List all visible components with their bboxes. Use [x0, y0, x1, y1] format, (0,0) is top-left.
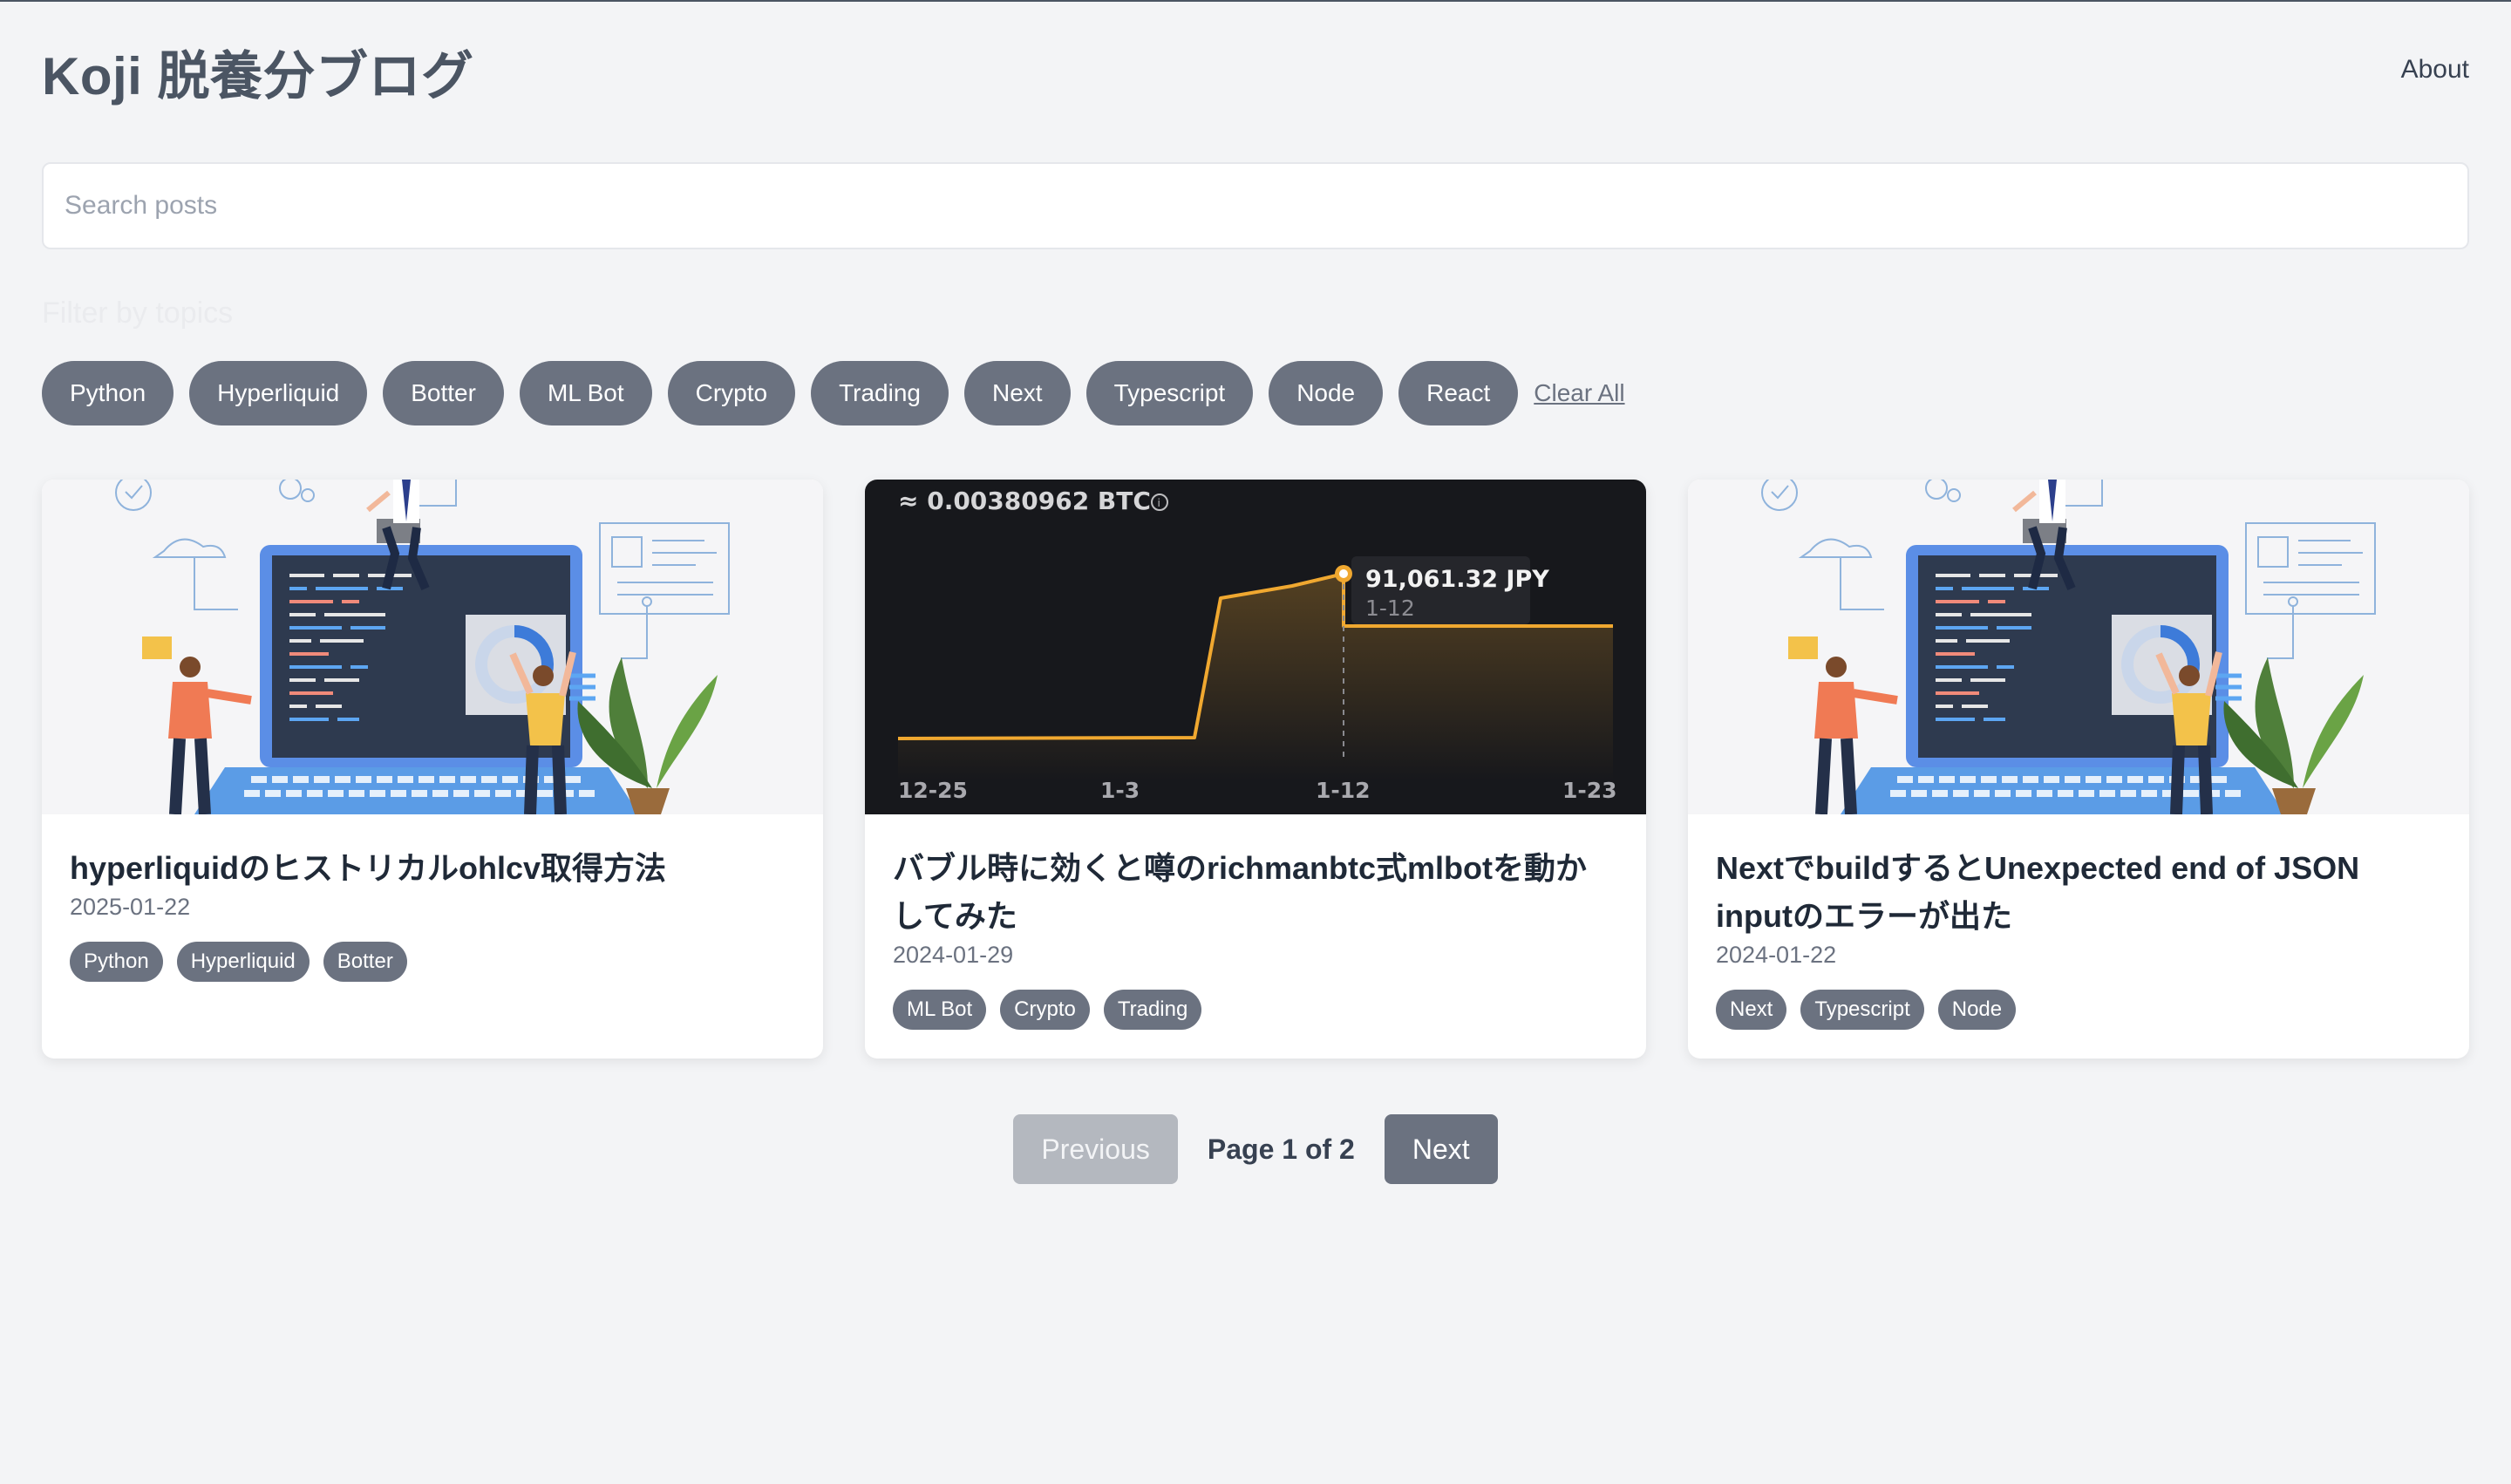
post-card[interactable]: hyperliquidのヒストリカルohlcv取得方法 2025-01-22 P… [42, 480, 823, 1059]
search-input[interactable] [42, 162, 2469, 249]
post-date: 2024-01-29 [893, 942, 1014, 968]
post-title[interactable]: NextでbuildするとUnexpected end of JSON inpu… [1716, 844, 2441, 940]
post-title[interactable]: hyperliquidのヒストリカルohlcv取得方法 [70, 844, 795, 892]
chart-x-label: 1-23 [1562, 778, 1617, 803]
topic-chip-trading[interactable]: Trading [811, 361, 949, 425]
topic-chip-botter[interactable]: Botter [383, 361, 504, 425]
filter-label: Filter by topics [42, 296, 234, 330]
btc-balance-label: ≈ 0.00380962 BTC [898, 487, 1151, 515]
topic-filter-bar: Python Hyperliquid Botter ML Bot Crypto … [42, 361, 1625, 425]
topic-chip-hyperliquid[interactable]: Hyperliquid [189, 361, 368, 425]
post-tag[interactable]: Python [70, 942, 163, 982]
laptop-developers-illustration [42, 480, 823, 814]
chart-x-label: 1-12 [1316, 778, 1371, 803]
post-tag[interactable]: Next [1716, 990, 1787, 1030]
clear-all-link[interactable]: Clear All [1534, 379, 1624, 407]
post-tag[interactable]: ML Bot [893, 990, 987, 1030]
topic-chip-typescript[interactable]: Typescript [1085, 361, 1254, 425]
info-icon-glyph: i [1158, 497, 1160, 509]
post-title[interactable]: バブル時に効くと噂のrichmanbtc式mlbotを動かしてみた [893, 844, 1618, 940]
post-tags: Python Hyperliquid Botter [70, 942, 795, 982]
topic-chip-crypto[interactable]: Crypto [667, 361, 796, 425]
btc-price-chart: ≈ 0.00380962 BTC i 91,061.32 JPY 1-12 12… [865, 480, 1646, 814]
chart-tooltip-value: 91,061.32 JPY [1365, 566, 1549, 593]
post-tags: ML Bot Crypto Trading [893, 990, 1618, 1030]
topic-chip-ml-bot[interactable]: ML Bot [519, 361, 652, 425]
post-tag[interactable]: Typescript [1800, 990, 1924, 1030]
chart-tooltip-date: 1-12 [1365, 596, 1415, 621]
post-tag[interactable]: Trading [1103, 990, 1202, 1030]
chart-x-label: 1-3 [1100, 778, 1140, 803]
next-page-button[interactable]: Next [1384, 1114, 1498, 1184]
post-card[interactable]: NextでbuildするとUnexpected end of JSON inpu… [1688, 480, 2469, 1059]
page-indicator: Page 1 of 2 [1207, 1133, 1355, 1165]
laptop-developers-illustration [1688, 480, 2469, 814]
site-title[interactable]: Koji 脱養分ブログ [42, 34, 474, 110]
topic-chip-react[interactable]: React [1398, 361, 1519, 425]
post-list: hyperliquidのヒストリカルohlcv取得方法 2025-01-22 P… [42, 480, 2469, 1059]
post-date: 2025-01-22 [70, 894, 191, 920]
topic-chip-next[interactable]: Next [964, 361, 1071, 425]
previous-page-button[interactable]: Previous [1013, 1114, 1178, 1184]
about-link[interactable]: About [2401, 55, 2469, 85]
pagination: Previous Page 1 of 2 Next [0, 1114, 2511, 1184]
topic-chip-python[interactable]: Python [42, 361, 174, 425]
site-header: Koji 脱養分ブログ About [42, 37, 2469, 106]
post-tag[interactable]: Node [1937, 990, 2017, 1030]
post-tag[interactable]: Crypto [1000, 990, 1090, 1030]
chart-x-label: 12-25 [898, 778, 968, 803]
topic-chip-node[interactable]: Node [1269, 361, 1384, 425]
post-tag[interactable]: Hyperliquid [176, 942, 310, 982]
post-tag[interactable]: Botter [323, 942, 407, 982]
post-date: 2024-01-22 [1716, 942, 1837, 968]
post-tags: Next Typescript Node [1716, 990, 2441, 1030]
post-card[interactable]: ≈ 0.00380962 BTC i 91,061.32 JPY 1-12 12… [865, 480, 1646, 1059]
